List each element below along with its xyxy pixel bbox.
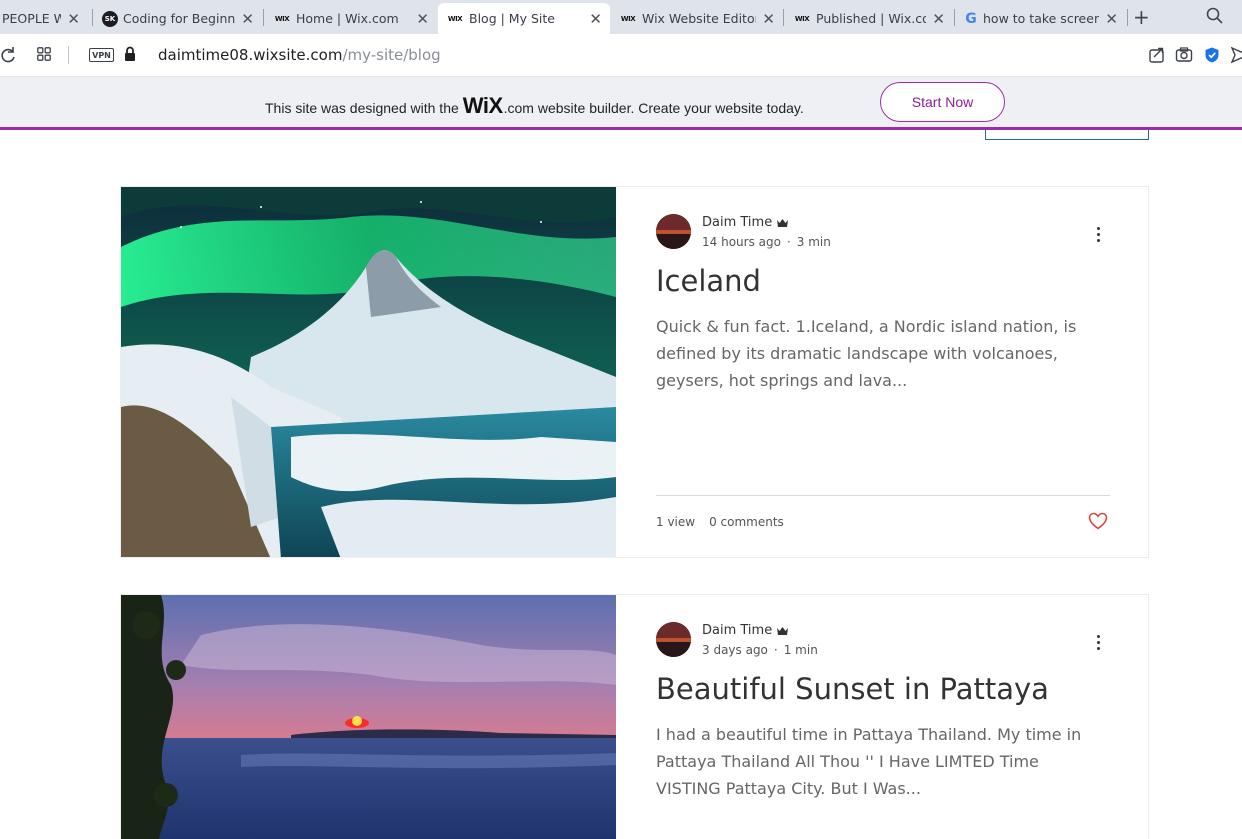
header-button-edge[interactable] bbox=[985, 130, 1149, 140]
tab-home-wix[interactable]: WIX Home | Wix.com ✕ bbox=[265, 3, 437, 34]
tab-separator bbox=[92, 9, 93, 26]
author-name[interactable]: Daim Time bbox=[702, 623, 789, 638]
wix-ad-banner: This site was designed with the WiX .com… bbox=[0, 77, 1242, 130]
blog-post-card[interactable]: Daim Time 3 days ago · 1 min Beautiful Sun… bbox=[120, 594, 1149, 839]
post-divider bbox=[656, 495, 1110, 496]
crown-icon bbox=[777, 218, 789, 227]
post-comments[interactable]: 0 comments bbox=[709, 515, 784, 529]
send-icon[interactable] bbox=[1231, 46, 1242, 64]
meta-separator: · bbox=[773, 643, 778, 657]
post-views: 1 view bbox=[656, 515, 696, 529]
avatar[interactable] bbox=[656, 214, 691, 249]
share-icon[interactable] bbox=[1148, 46, 1166, 64]
post-read-time: 3 min bbox=[796, 235, 831, 249]
tab-title: Wix Website Editor bbox=[642, 11, 757, 26]
more-actions-icon[interactable] bbox=[1086, 223, 1110, 245]
tab-published-wix[interactable]: WIX Published | Wix.com ✕ bbox=[785, 3, 953, 34]
banner-text-before: This site was designed with the bbox=[265, 100, 459, 116]
more-actions-icon[interactable] bbox=[1086, 631, 1110, 653]
post-title[interactable]: Beautiful Sunset in Pattaya bbox=[656, 672, 1049, 706]
post-time-ago: 3 days ago bbox=[702, 643, 768, 657]
avatar-sunset-image bbox=[656, 622, 691, 657]
tab-separator bbox=[263, 9, 264, 26]
close-icon[interactable]: ✕ bbox=[1099, 10, 1118, 28]
tab-wix-website-editor[interactable]: WIX Wix Website Editor ✕ bbox=[611, 3, 783, 34]
post-title[interactable]: Iceland bbox=[656, 264, 761, 298]
author-name-text: Daim Time bbox=[702, 623, 773, 638]
banner-text-after: .com website builder. Create your websit… bbox=[503, 100, 804, 116]
close-icon[interactable]: ✕ bbox=[61, 10, 80, 28]
post-read-time: 1 min bbox=[783, 643, 818, 657]
shield-icon[interactable] bbox=[1203, 46, 1221, 64]
post-excerpt[interactable]: Quick & fun fact. 1.Iceland, a Nordic is… bbox=[656, 313, 1096, 394]
avatar[interactable] bbox=[656, 622, 691, 657]
speed-dial-icon[interactable] bbox=[37, 47, 51, 61]
sk-badge-icon: SK bbox=[102, 10, 118, 27]
wix-icon: WIX bbox=[447, 14, 463, 23]
address-bar: VPN daimtime08.wixsite.com/my-site/blog bbox=[0, 34, 1242, 77]
wix-icon: WIX bbox=[794, 14, 810, 23]
url-path: /my-site/blog bbox=[342, 46, 441, 64]
vpn-badge[interactable]: VPN bbox=[89, 48, 114, 62]
post-meta: 3 days ago · 1 min bbox=[702, 643, 818, 657]
wix-logo[interactable]: WiX bbox=[463, 93, 503, 119]
post-meta: 14 hours ago · 3 min bbox=[702, 235, 831, 249]
post-time-ago: 14 hours ago bbox=[702, 235, 781, 249]
close-icon[interactable]: ✕ bbox=[756, 10, 775, 28]
search-icon[interactable] bbox=[1205, 6, 1225, 26]
tab-title: Home | Wix.com bbox=[296, 11, 399, 26]
avatar-sunset-image bbox=[656, 214, 691, 249]
heart-icon[interactable] bbox=[1088, 512, 1108, 530]
close-icon[interactable]: ✕ bbox=[926, 10, 945, 28]
wix-icon: WIX bbox=[620, 14, 636, 23]
new-tab-button[interactable]: + bbox=[1133, 5, 1150, 29]
wix-icon: WIX bbox=[274, 14, 290, 23]
url-field[interactable]: daimtime08.wixsite.com/my-site/blog bbox=[158, 46, 441, 64]
tab-title: how to take screens bbox=[983, 11, 1100, 26]
aurora-mountain-image bbox=[121, 187, 616, 557]
tab-title: PEOPLE W bbox=[2, 11, 62, 26]
lock-icon[interactable] bbox=[124, 46, 136, 62]
banner-text: This site was designed with the WiX .com… bbox=[265, 93, 804, 119]
close-icon[interactable]: ✕ bbox=[583, 10, 602, 28]
start-now-button[interactable]: Start Now bbox=[880, 82, 1005, 122]
tab-separator bbox=[954, 9, 955, 26]
meta-separator: · bbox=[786, 235, 791, 249]
tab-title: Published | Wix.com bbox=[816, 11, 927, 26]
tab-separator bbox=[1127, 9, 1128, 26]
address-divider bbox=[68, 46, 69, 64]
tab-coding-for-beginners[interactable]: SK Coding for Beginne ✕ bbox=[94, 3, 262, 34]
author-name-text: Daim Time bbox=[702, 215, 773, 230]
post-stats: 1 view 0 comments bbox=[656, 515, 798, 529]
tab-google-search[interactable]: G how to take screens ✕ bbox=[956, 3, 1126, 34]
camera-icon[interactable] bbox=[1175, 46, 1193, 64]
google-icon: G bbox=[965, 10, 977, 27]
blog-post-card[interactable]: Daim Time 14 hours ago · 3 min Iceland Qui… bbox=[120, 186, 1149, 558]
browser-tab-strip: PEOPLE W ✕ SK Coding for Beginne ✕ WIX H… bbox=[0, 0, 1242, 34]
tab-people[interactable]: PEOPLE W ✕ bbox=[0, 3, 88, 34]
post-cover-image[interactable] bbox=[121, 187, 616, 557]
reload-icon[interactable] bbox=[0, 46, 16, 64]
post-cover-image[interactable] bbox=[121, 595, 616, 839]
tab-title: Coding for Beginne bbox=[123, 11, 236, 26]
author-name[interactable]: Daim Time bbox=[702, 215, 789, 230]
sunset-sea-image bbox=[121, 595, 616, 839]
crown-icon bbox=[777, 626, 789, 635]
url-host: daimtime08.wixsite.com bbox=[158, 46, 343, 64]
tab-title: Blog | My Site bbox=[469, 11, 555, 26]
post-excerpt[interactable]: I had a beautiful time in Pattaya Thaila… bbox=[656, 721, 1096, 802]
tab-blog-my-site[interactable]: WIX Blog | My Site ✕ bbox=[438, 3, 610, 34]
post-body: Daim Time 14 hours ago · 3 min Iceland Qui… bbox=[656, 187, 1110, 557]
tab-separator bbox=[783, 9, 784, 26]
close-icon[interactable]: ✕ bbox=[410, 10, 429, 28]
close-icon[interactable]: ✕ bbox=[235, 10, 254, 28]
post-body: Daim Time 3 days ago · 1 min Beautiful Sun… bbox=[656, 595, 1110, 839]
